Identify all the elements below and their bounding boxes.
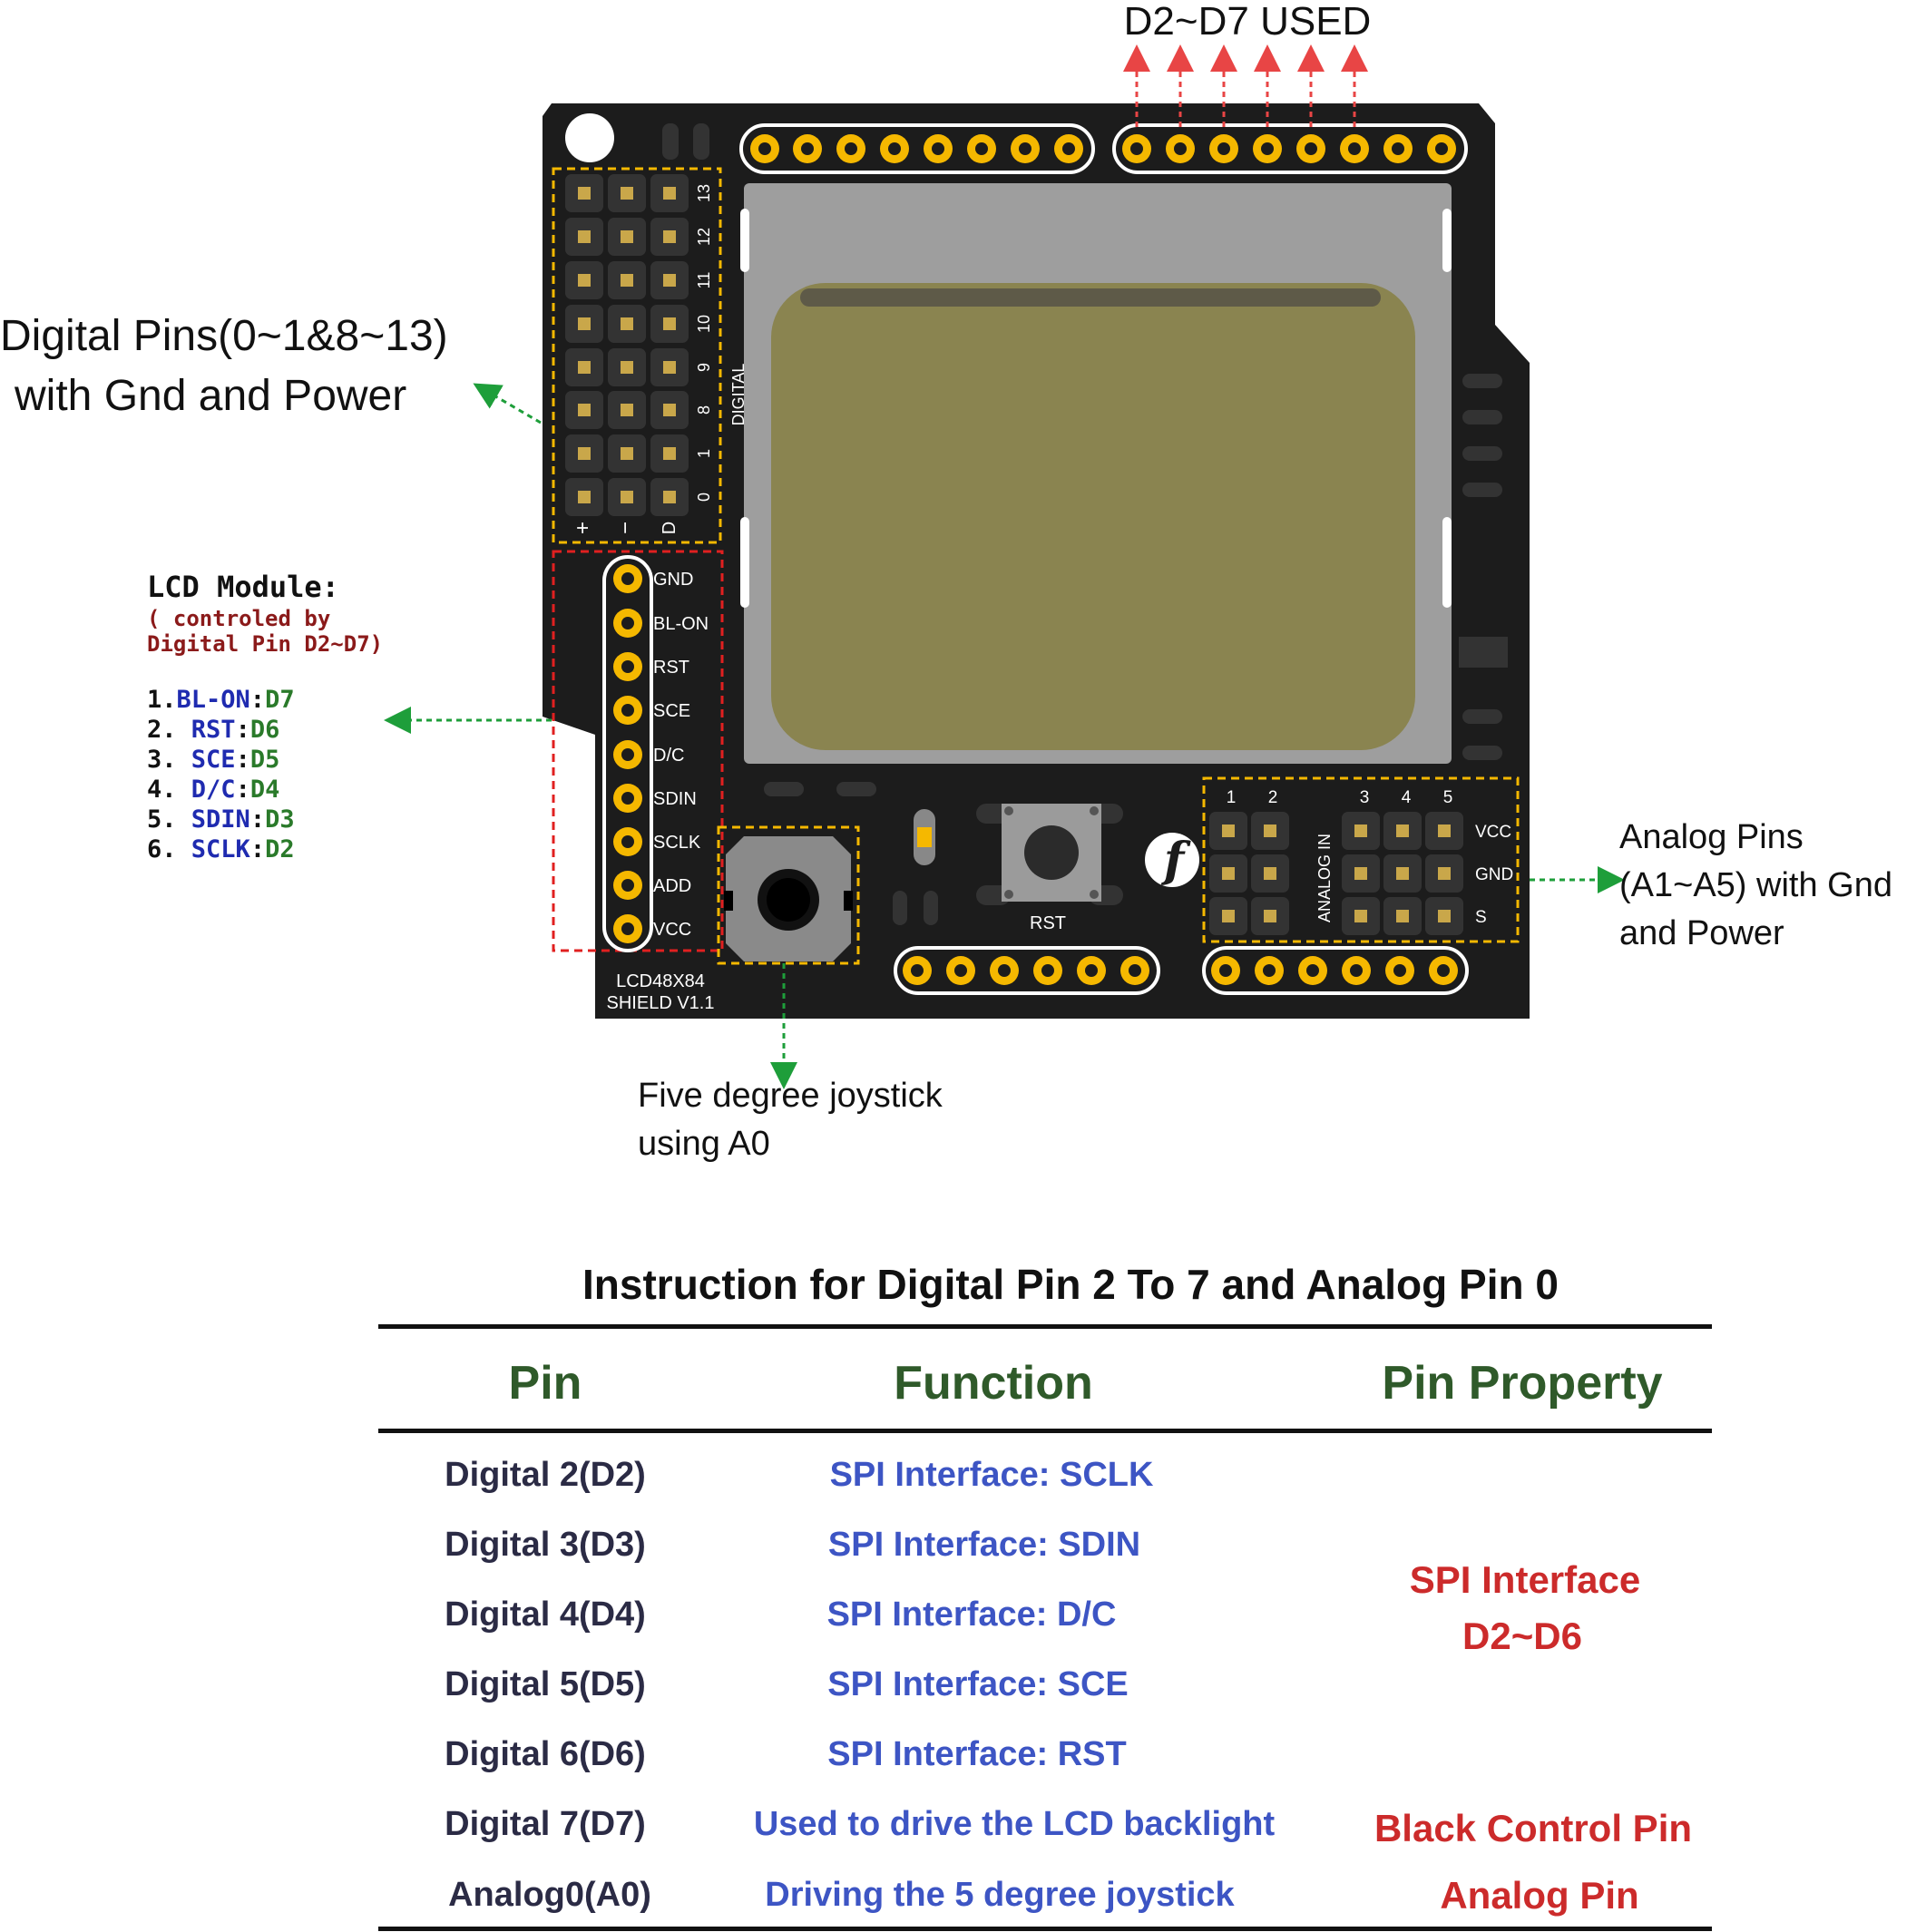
analog-number: 4 — [1402, 788, 1412, 807]
lcd-screen — [771, 283, 1415, 750]
digital-column-label: + — [571, 522, 595, 534]
svg-text:with Gnd and Power: with Gnd and Power — [14, 372, 406, 420]
analog-row-label: VCC — [1475, 823, 1511, 842]
lcd-pin-label: GND — [653, 570, 693, 590]
joystick-callout: Five degree joystick using A0 — [638, 1077, 943, 1163]
mounting-hole — [565, 113, 614, 162]
table-property-cell: Black Control Pin — [1374, 1807, 1692, 1849]
digital-column-label: − — [613, 522, 638, 534]
analog-row-label: GND — [1475, 865, 1513, 884]
table-pin-cell: Digital 2(D2) — [445, 1456, 646, 1494]
board-model: SHIELD V1.1 — [607, 993, 715, 1013]
digital-number: 8 — [695, 405, 713, 415]
table-header: Pin — [509, 1357, 582, 1410]
svg-text:6. SCLK:D2: 6. SCLK:D2 — [147, 835, 295, 864]
svg-text:( controled by: ( controled by — [147, 606, 330, 631]
lcd-pin-rings — [613, 564, 642, 943]
analog-row-label: S — [1475, 908, 1487, 927]
lcd-pin-label: VCC — [653, 920, 691, 940]
table-function-cell: SPI Interface: SCE — [827, 1665, 1129, 1703]
lcd-pin-label: BL-ON — [653, 614, 709, 634]
svg-text:Analog Pins: Analog Pins — [1619, 818, 1804, 856]
table-function-cell: Driving the 5 degree joystick — [765, 1876, 1235, 1914]
table-header: Pin Property — [1382, 1357, 1662, 1410]
analog-number: 2 — [1268, 788, 1278, 807]
digital-pins-callout: Digital Pins(0~1&8~13) with Gnd and Powe… — [0, 312, 448, 420]
analog-number: 3 — [1360, 788, 1370, 807]
lcd-pin-label: SDIN — [653, 789, 697, 809]
reset-label: RST — [1030, 913, 1066, 933]
svg-text:3. SCE:D5: 3. SCE:D5 — [147, 746, 279, 774]
lcd-pin-label: D/C — [653, 746, 684, 766]
analog-label: ANALOG IN — [1315, 834, 1334, 922]
table-pin-cell: Digital 3(D3) — [445, 1526, 646, 1564]
table-title: Instruction for Digital Pin 2 To 7 and A… — [582, 1261, 1559, 1308]
digital-number: 9 — [695, 363, 713, 372]
table-pin-cell: Digital 7(D7) — [445, 1805, 646, 1843]
svg-text:5. SDIN:D3: 5. SDIN:D3 — [147, 805, 295, 834]
table-function-cell: SPI Interface: D/C — [827, 1595, 1117, 1634]
svg-text:Digital Pins(0~1&8~13): Digital Pins(0~1&8~13) — [0, 312, 448, 360]
svg-text:Five degree joystick: Five degree joystick — [638, 1077, 943, 1115]
lcd-pin-label: ADD — [653, 876, 691, 896]
table-function-cell: Used to drive the LCD backlight — [754, 1805, 1276, 1843]
instruction-table: Instruction for Digital Pin 2 To 7 and A… — [378, 1261, 1712, 1931]
table-property-cell: SPI Interface — [1410, 1558, 1640, 1601]
svg-text:(A1~A5) with Gnd: (A1~A5) with Gnd — [1619, 866, 1892, 904]
digital-column-label: D — [660, 522, 679, 534]
table-pin-cell: Digital 4(D4) — [445, 1595, 646, 1634]
top-label: D2~D7 USED — [1124, 0, 1372, 44]
lcd-pin-label: RST — [653, 658, 689, 678]
digital-number: 12 — [695, 228, 713, 246]
svg-text:Digital Pin D2~D7): Digital Pin D2~D7) — [147, 631, 383, 657]
digital-number: 10 — [695, 315, 713, 333]
digital-pins-arrow — [473, 383, 542, 424]
table-function-cell: SPI Interface: SCLK — [830, 1456, 1154, 1494]
svg-text:4. D/C:D4: 4. D/C:D4 — [147, 776, 279, 804]
svg-text:using A0: using A0 — [638, 1125, 770, 1163]
lcd-module-title: LCD Module: — [147, 570, 339, 604]
svg-text:2. RST:D6: 2. RST:D6 — [147, 716, 279, 744]
digital-number: 0 — [695, 493, 713, 502]
table-pin-cell: Digital 6(D6) — [445, 1735, 646, 1773]
table-function-cell: SPI Interface: SDIN — [828, 1526, 1140, 1564]
table-property-cell: Analog Pin — [1440, 1874, 1638, 1917]
digital-number: 11 — [695, 272, 713, 289]
lcd-pin-label: SCLK — [653, 833, 701, 853]
svg-text:and Power: and Power — [1619, 914, 1784, 952]
table-property-cell: D2~D6 — [1462, 1615, 1582, 1657]
digital-number: 1 — [695, 449, 713, 458]
analog-number: 5 — [1443, 788, 1453, 807]
table-function-cell: SPI Interface: RST — [827, 1735, 1126, 1773]
svg-text:1.BL-ON:D7: 1.BL-ON:D7 — [147, 686, 295, 714]
table-pin-cell: Digital 5(D5) — [445, 1665, 646, 1703]
shield-diagram: 13 12 11 10 9 8 1 0 + − D DIGITAL GND BL… — [0, 0, 1892, 1931]
lcd-module-legend: LCD Module: ( controled by Digital Pin D… — [147, 570, 383, 864]
lcd-pin-label: SCE — [653, 701, 690, 721]
digital-number: 13 — [695, 184, 713, 202]
table-pin-cell: Analog0(A0) — [448, 1876, 651, 1914]
analog-number: 1 — [1227, 788, 1237, 807]
table-header: Function — [894, 1357, 1093, 1410]
board-model: LCD48X84 — [616, 971, 705, 991]
analog-pins-callout: Analog Pins (A1~A5) with Gnd and Power — [1619, 818, 1892, 952]
